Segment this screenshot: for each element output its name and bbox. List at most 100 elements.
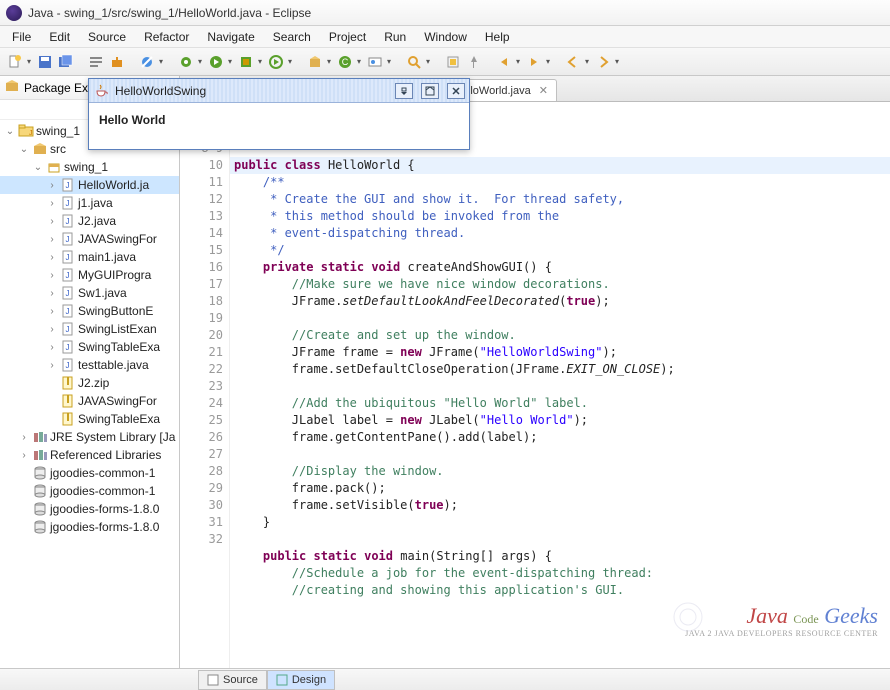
fold-gutter[interactable]: ⊟ ⊟ — [180, 102, 194, 668]
dropdown-icon[interactable]: ▾ — [25, 57, 33, 66]
close-button[interactable] — [447, 83, 465, 99]
svg-text:J: J — [66, 361, 70, 370]
java-coffee-icon — [93, 83, 109, 99]
tree-item[interactable]: ›Jtesttable.java — [0, 356, 179, 374]
skip-breakpoints-icon[interactable] — [138, 53, 156, 71]
tree-item[interactable]: ›JJAVASwingFor — [0, 230, 179, 248]
tree-item-label: swing_1 — [64, 160, 108, 174]
package-explorer: Package Ex... ▾ ⌄Jswing_1⌄src⌄swing_1›JH… — [0, 76, 180, 668]
debug-icon[interactable] — [177, 53, 195, 71]
dropdown-icon[interactable]: ▾ — [514, 57, 522, 66]
menu-edit[interactable]: Edit — [41, 28, 78, 46]
swing-output-window[interactable]: HelloWorldSwing Hello World — [88, 78, 470, 150]
menu-window[interactable]: Window — [416, 28, 475, 46]
tree-item[interactable]: JAVASwingFor — [0, 392, 179, 410]
tree-item[interactable]: jgoodies-common-1 — [0, 482, 179, 500]
dropdown-icon[interactable]: ▾ — [157, 57, 165, 66]
workspace: Package Ex... ▾ ⌄Jswing_1⌄src⌄swing_1›JH… — [0, 76, 890, 668]
minimize-button[interactable] — [395, 83, 413, 99]
menubar: File Edit Source Refactor Navigate Searc… — [0, 26, 890, 48]
tree-item[interactable]: J2.zip — [0, 374, 179, 392]
tree-item[interactable]: ›JSw1.java — [0, 284, 179, 302]
back-icon[interactable] — [564, 53, 582, 71]
package-explorer-title: Package Ex... — [24, 81, 98, 95]
tree-item-label: jgoodies-forms-1.8.0 — [50, 520, 159, 534]
svg-text:J: J — [66, 325, 70, 334]
menu-project[interactable]: Project — [321, 28, 374, 46]
tree-item-label: swing_1 — [36, 124, 80, 138]
tree-item[interactable]: ›Jmain1.java — [0, 248, 179, 266]
search-icon[interactable] — [405, 53, 423, 71]
prev-annotation-icon[interactable] — [495, 53, 513, 71]
svg-text:J: J — [29, 130, 33, 137]
tree-item[interactable]: ›JRE System Library [Ja — [0, 428, 179, 446]
tree-item[interactable]: jgoodies-common-1 — [0, 464, 179, 482]
package-icon — [4, 78, 20, 97]
toggle-breadcrumb-icon[interactable] — [87, 53, 105, 71]
tree-item[interactable]: ›JJ2.java — [0, 212, 179, 230]
dropdown-icon[interactable]: ▾ — [385, 57, 393, 66]
close-tab-icon[interactable]: ✕ — [539, 84, 548, 97]
menu-run[interactable]: Run — [376, 28, 414, 46]
watermark-logo: Java Code Geeks JAVA 2 JAVA DEVELOPERS R… — [685, 603, 878, 638]
dropdown-icon[interactable]: ▾ — [286, 57, 294, 66]
tree-item[interactable]: ›Referenced Libraries — [0, 446, 179, 464]
save-all-icon[interactable] — [57, 53, 75, 71]
tree-item-label: SwingButtonE — [78, 304, 153, 318]
toggle-mark-icon[interactable] — [444, 53, 462, 71]
new-class-icon[interactable]: C — [336, 53, 354, 71]
swing-titlebar[interactable]: HelloWorldSwing — [89, 79, 469, 103]
open-type-icon[interactable] — [366, 53, 384, 71]
tree-item[interactable]: jgoodies-forms-1.8.0 — [0, 500, 179, 518]
menu-search[interactable]: Search — [265, 28, 319, 46]
new-package-icon[interactable] — [306, 53, 324, 71]
dropdown-icon[interactable]: ▾ — [613, 57, 621, 66]
run-last-icon[interactable] — [267, 53, 285, 71]
project-tree[interactable]: ⌄Jswing_1⌄src⌄swing_1›JHelloWorld.ja›Jj1… — [0, 120, 179, 668]
dropdown-icon[interactable]: ▾ — [583, 57, 591, 66]
tree-item-label: src — [50, 142, 66, 156]
svg-text:J: J — [66, 217, 70, 226]
menu-navigate[interactable]: Navigate — [199, 28, 262, 46]
menu-file[interactable]: File — [4, 28, 39, 46]
code-text-area[interactable]: import javax.swing.*; public class Hello… — [230, 102, 890, 668]
tree-item-label: MyGUIProgra — [78, 268, 151, 282]
coverage-icon[interactable] — [237, 53, 255, 71]
code-editor[interactable]: ⊟ ⊟ 4 5 6 7 8 9 10 11 12 13 14 15 16 17 … — [180, 102, 890, 668]
forward-icon[interactable] — [594, 53, 612, 71]
tree-item[interactable]: ›JSwingButtonE — [0, 302, 179, 320]
tree-item[interactable]: ⌄swing_1 — [0, 158, 179, 176]
tree-item-label: main1.java — [78, 250, 136, 264]
dropdown-icon[interactable]: ▾ — [544, 57, 552, 66]
tree-item-label: J2.zip — [78, 376, 109, 390]
dropdown-icon[interactable]: ▾ — [226, 57, 234, 66]
run-icon[interactable] — [207, 53, 225, 71]
tree-item[interactable]: jgoodies-forms-1.8.0 — [0, 518, 179, 536]
dropdown-icon[interactable]: ▾ — [325, 57, 333, 66]
maximize-button[interactable] — [421, 83, 439, 99]
tree-item[interactable]: ›JSwingListExan — [0, 320, 179, 338]
dropdown-icon[interactable]: ▾ — [424, 57, 432, 66]
tree-item[interactable]: ›JSwingTableExa — [0, 338, 179, 356]
tree-item[interactable]: SwingTableExa — [0, 410, 179, 428]
tab-source[interactable]: Source — [198, 670, 267, 690]
menu-source[interactable]: Source — [80, 28, 134, 46]
tree-item[interactable]: ›Jj1.java — [0, 194, 179, 212]
editor-area: JJ2.javaJHelloWorld.java✕ ⊟ ⊟ 4 5 6 7 8 … — [180, 76, 890, 668]
eclipse-icon — [6, 5, 22, 21]
tree-item[interactable]: ›JMyGUIProgra — [0, 266, 179, 284]
tree-item[interactable]: ›JHelloWorld.ja — [0, 176, 179, 194]
menu-help[interactable]: Help — [477, 28, 518, 46]
tab-design[interactable]: Design — [267, 670, 335, 690]
dropdown-icon[interactable]: ▾ — [355, 57, 363, 66]
menu-refactor[interactable]: Refactor — [136, 28, 197, 46]
new-icon[interactable] — [6, 53, 24, 71]
save-icon[interactable] — [36, 53, 54, 71]
next-annotation-icon[interactable] — [525, 53, 543, 71]
dropdown-icon[interactable]: ▾ — [256, 57, 264, 66]
build-icon[interactable] — [108, 53, 126, 71]
tree-item-label: JAVASwingFor — [78, 232, 157, 246]
pin-icon[interactable] — [465, 53, 483, 71]
dropdown-icon[interactable]: ▾ — [196, 57, 204, 66]
bottom-tabs: Source Design — [12, 670, 335, 690]
